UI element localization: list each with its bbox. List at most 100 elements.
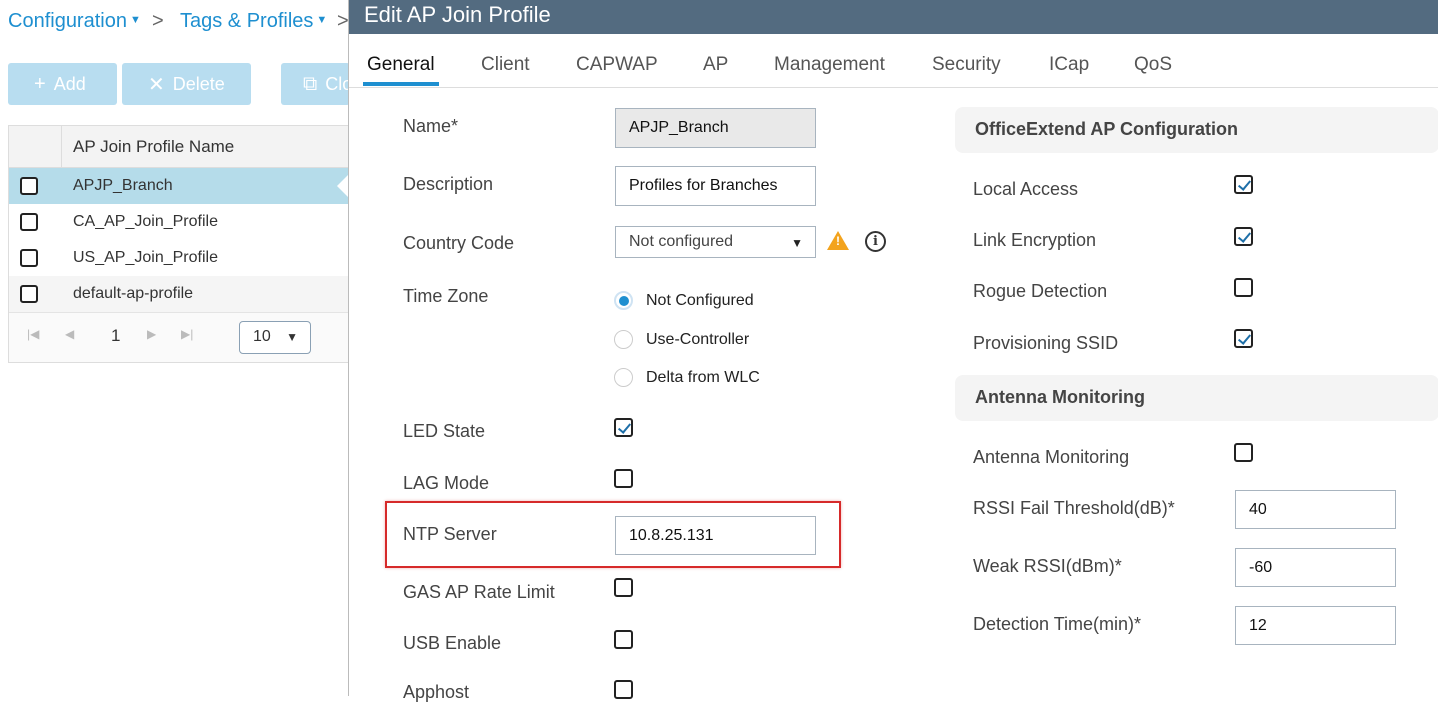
rssi-fail-threshold-label: RSSI Fail Threshold(dB)*	[973, 498, 1175, 518]
breadcrumb-configuration[interactable]: Configuration ▼	[8, 10, 141, 33]
next-page-icon[interactable]: ▶	[147, 327, 156, 341]
gas-ap-rate-limit-label: GAS AP Rate Limit	[403, 582, 555, 602]
ntp-server-input[interactable]: 10.8.25.131	[615, 516, 816, 555]
warning-icon: !	[827, 231, 849, 250]
radio-use-controller-label: Use-Controller	[646, 331, 750, 348]
first-page-icon[interactable]: |◀	[27, 327, 39, 341]
detection-time-input[interactable]: 12	[1235, 606, 1396, 645]
row-checkbox[interactable]	[20, 249, 38, 267]
row-name: APJP_Branch	[73, 177, 173, 194]
table-row[interactable]: default-ap-profile	[9, 276, 350, 312]
caret-down-icon: ▼	[129, 14, 141, 26]
name-input[interactable]: APJP_Branch	[615, 108, 816, 148]
antenna-monitoring-section-header: Antenna Monitoring	[955, 375, 1438, 421]
country-code-select[interactable]: Not configured ▼	[615, 226, 816, 258]
active-tab-indicator	[363, 82, 439, 86]
antenna-monitoring-label: Antenna Monitoring	[973, 447, 1130, 467]
radio-delta-from-wlc[interactable]	[614, 368, 633, 387]
led-state-checkbox[interactable]	[614, 418, 633, 437]
usb-enable-checkbox[interactable]	[614, 630, 633, 649]
column-divider	[61, 126, 62, 167]
caret-down-icon: ▼	[791, 236, 803, 250]
led-state-label: LED State	[403, 421, 486, 441]
current-page: 1	[111, 326, 121, 345]
tab-ap[interactable]: AP	[703, 54, 728, 76]
local-access-checkbox[interactable]	[1234, 175, 1253, 194]
page-size-value: 10	[253, 328, 271, 345]
link-encryption-checkbox[interactable]	[1234, 227, 1253, 246]
provisioning-ssid-label: Provisioning SSID	[973, 333, 1119, 353]
info-icon[interactable]: i	[865, 231, 886, 252]
breadcrumb-separator: >	[152, 10, 164, 32]
rogue-detection-label: Rogue Detection	[973, 281, 1108, 301]
row-name: CA_AP_Join_Profile	[73, 213, 218, 230]
caret-down-icon: ▼	[316, 14, 328, 26]
row-name: US_AP_Join_Profile	[73, 249, 218, 266]
row-checkbox[interactable]	[20, 177, 38, 195]
copy-icon: ⧉	[303, 72, 318, 95]
radio-not-configured[interactable]	[614, 291, 633, 310]
page-size-select[interactable]: 10 ▼	[239, 321, 311, 354]
rogue-detection-checkbox[interactable]	[1234, 278, 1253, 297]
table-row[interactable]: CA_AP_Join_Profile	[9, 204, 350, 240]
usb-enable-label: USB Enable	[403, 633, 502, 653]
rssi-fail-threshold-input[interactable]: 40	[1235, 490, 1396, 529]
radio-not-configured-label: Not Configured	[646, 292, 754, 309]
clone-button[interactable]: ⧉ Clone	[281, 63, 350, 105]
dialog-title: Edit AP Join Profile	[349, 0, 1438, 34]
description-input[interactable]: Profiles for Branches	[615, 166, 816, 206]
gas-ap-rate-limit-checkbox[interactable]	[614, 578, 633, 597]
weak-rssi-input[interactable]: -60	[1235, 548, 1396, 587]
apphost-label: Apphost	[403, 682, 470, 702]
tab-icap[interactable]: ICap	[1049, 54, 1089, 76]
edit-ap-join-profile-dialog: Edit AP Join Profile General Client CAPW…	[348, 0, 1438, 702]
tab-security[interactable]: Security	[932, 54, 1001, 76]
description-label: Description	[403, 174, 494, 194]
tab-management[interactable]: Management	[774, 54, 885, 76]
detection-time-label: Detection Time(min)*	[973, 614, 1142, 634]
breadcrumb-separator: >	[337, 10, 349, 32]
officeextend-section-header: OfficeExtend AP Configuration	[955, 107, 1438, 153]
tab-qos[interactable]: QoS	[1134, 54, 1172, 76]
delete-button[interactable]: ✕ Delete	[122, 63, 251, 105]
tab-client[interactable]: Client	[481, 54, 530, 76]
table-row[interactable]: APJP_Branch	[9, 168, 351, 204]
row-checkbox[interactable]	[20, 213, 38, 231]
antenna-monitoring-checkbox[interactable]	[1234, 443, 1253, 462]
lag-mode-label: LAG Mode	[403, 473, 490, 493]
add-button-label: Add	[53, 73, 86, 94]
breadcrumb-tags-profiles-label: Tags & Profiles	[180, 10, 314, 32]
country-code-label: Country Code	[403, 233, 515, 253]
table-header: AP Join Profile Name	[9, 126, 350, 168]
close-icon: ✕	[148, 73, 165, 96]
prev-page-icon[interactable]: ◀	[65, 327, 74, 341]
tab-capwap[interactable]: CAPWAP	[576, 54, 658, 76]
radio-delta-from-wlc-label: Delta from WLC	[646, 369, 760, 386]
name-label: Name*	[403, 116, 459, 136]
tab-general[interactable]: General	[367, 54, 435, 76]
provisioning-ssid-checkbox[interactable]	[1234, 329, 1253, 348]
breadcrumb-configuration-label: Configuration	[8, 10, 127, 32]
time-zone-label: Time Zone	[403, 286, 489, 306]
local-access-label: Local Access	[973, 179, 1079, 199]
clone-button-label: Clone	[325, 73, 350, 94]
plus-icon: +	[34, 72, 46, 95]
delete-button-label: Delete	[172, 73, 225, 94]
table-row[interactable]: US_AP_Join_Profile	[9, 240, 350, 276]
profile-table: AP Join Profile Name APJP_Branch CA_AP_J…	[8, 125, 351, 363]
ntp-server-label: NTP Server	[403, 524, 497, 544]
radio-use-controller[interactable]	[614, 330, 633, 349]
row-checkbox[interactable]	[20, 285, 38, 303]
weak-rssi-label: Weak RSSI(dBm)*	[973, 556, 1122, 576]
apphost-checkbox[interactable]	[614, 680, 633, 699]
lag-mode-checkbox[interactable]	[614, 469, 633, 488]
column-header-name[interactable]: AP Join Profile Name	[73, 137, 234, 157]
background-pane: Configuration ▼ > Tags & Profiles ▼ > + Add…	[0, 0, 351, 696]
country-code-value: Not configured	[629, 233, 734, 250]
add-button[interactable]: + Add	[8, 63, 117, 105]
breadcrumb-tags-profiles[interactable]: Tags & Profiles ▼	[180, 10, 327, 33]
link-encryption-label: Link Encryption	[973, 230, 1097, 250]
last-page-icon[interactable]: ▶|	[181, 327, 193, 341]
caret-down-icon: ▼	[286, 330, 298, 344]
pagination: |◀ ◀ 1 ▶ ▶| 10 ▼	[9, 312, 350, 362]
